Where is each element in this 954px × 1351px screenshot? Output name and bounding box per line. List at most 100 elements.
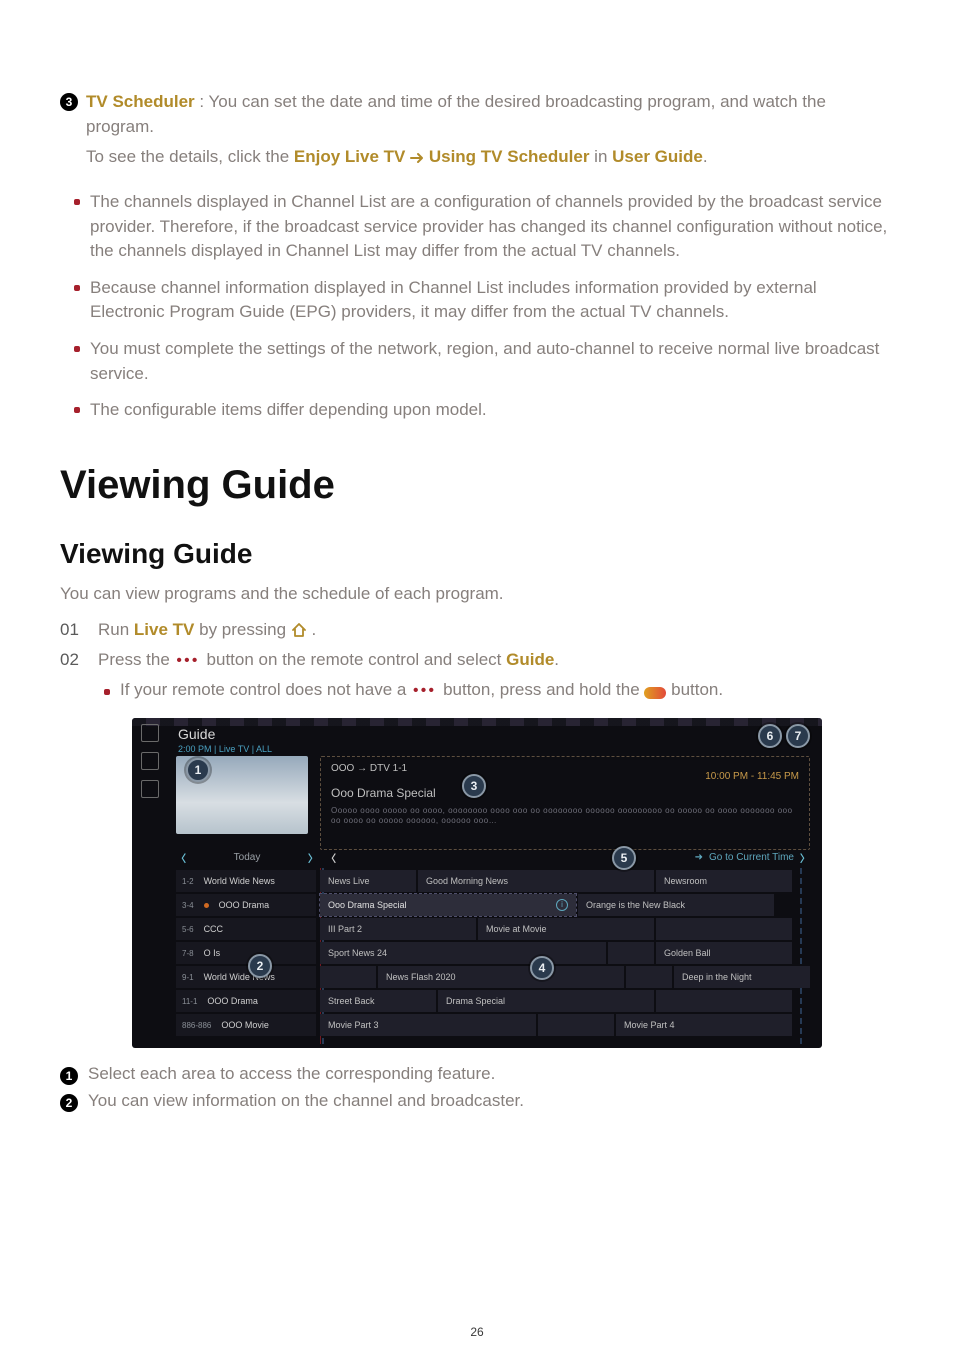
program-cell[interactable] (538, 1014, 614, 1036)
program-cell[interactable]: Movie at Movie (478, 918, 654, 940)
note-item: The configurable items differ depending … (60, 398, 894, 423)
marker-6: 6 (758, 724, 782, 748)
channel-name: World Wide News (204, 876, 275, 886)
day-left: 〈 Today 〉 (176, 850, 318, 865)
program-cell[interactable] (320, 966, 376, 988)
channel-cell[interactable]: 11-1OOO Drama (176, 990, 316, 1012)
channel-name: CCC (204, 924, 224, 934)
program-cell[interactable]: Orange is the New Black (578, 894, 774, 916)
rail-icon[interactable] (141, 780, 159, 798)
marker-1: 1 (186, 758, 210, 782)
step-body: Press the ••• button on the remote contr… (98, 650, 894, 670)
step-sub-text: button, press and hold the (443, 680, 644, 699)
channel-name: OOO Movie (221, 1020, 269, 1030)
note-item: Because channel information displayed in… (60, 276, 894, 325)
program-row: Ooo Drama SpecialiOrange is the New Blac… (320, 894, 814, 916)
home-icon (291, 620, 312, 639)
channel-cell[interactable]: 7-8 O Is (176, 942, 316, 964)
live-tv-label: Live TV (134, 620, 194, 639)
chevron-right-icon[interactable]: 〉 (308, 850, 318, 865)
legend-1: 1 Select each area to access the corresp… (60, 1064, 894, 1085)
page: 3 TV Scheduler : You can set the date an… (0, 0, 954, 1351)
channel-number: 886-886 (182, 1021, 211, 1030)
program-cell[interactable] (608, 942, 654, 964)
link-user-guide[interactable]: User Guide (612, 147, 703, 166)
guide-title: Guide (178, 726, 215, 742)
channel-number: 7-8 (182, 949, 194, 958)
legend-text: Select each area to access the correspon… (88, 1064, 495, 1084)
rail-icon[interactable] (141, 724, 159, 742)
program-cell[interactable]: News Live (320, 870, 416, 892)
marker-3: 3 (462, 774, 486, 798)
marker-7: 7 (786, 724, 810, 748)
now-playing-box[interactable]: OOO → DTV 1-1 Ooo Drama Special 10:00 PM… (320, 756, 810, 850)
program-cell[interactable] (656, 990, 792, 1012)
channel-cell[interactable]: 3-4OOO Drama (176, 894, 316, 916)
program-cell[interactable]: Good Morning News (418, 870, 654, 892)
color-pill-icon (644, 687, 666, 699)
marker-4: 4 (530, 956, 554, 980)
more-dots-icon: ••• (175, 652, 202, 669)
legend-text: You can view information on the channel … (88, 1091, 524, 1111)
channel-cell[interactable]: 886-886 OOO Movie (176, 1014, 316, 1036)
program-cell[interactable]: Movie Part 4 (616, 1014, 792, 1036)
heading-viewing-guide: Viewing Guide (60, 463, 894, 508)
channel-number: 5-6 (182, 925, 194, 934)
guide-screenshot: Guide 2:00 PM | Live TV | ALL ⋮ ✕ OOO → … (132, 718, 822, 1048)
left-rail (138, 724, 162, 824)
program-row: News Flash 2020 Deep in the Night (320, 966, 814, 988)
program-cell[interactable]: News Flash 2020 (378, 966, 624, 988)
program-cell[interactable] (626, 966, 672, 988)
time-chevron-left-icon[interactable]: 〈 (326, 850, 336, 865)
callout-details-pre: To see the details, click the (86, 147, 294, 166)
go-current[interactable]: ➜ Go to Current Time 〉 (564, 850, 810, 865)
step-text: button on the remote control and select (207, 650, 507, 669)
step-text: . (554, 650, 559, 669)
channel-name: O Is (204, 948, 221, 958)
channel-cell[interactable]: 1-2World Wide News (176, 870, 316, 892)
link-using-tv-scheduler[interactable]: Using TV Scheduler (429, 147, 590, 166)
legend-badge-1: 1 (60, 1067, 78, 1085)
subheading-viewing-guide: Viewing Guide (60, 538, 894, 570)
program-row: News LiveGood Morning NewsNewsroom (320, 870, 814, 892)
note-item: The channels displayed in Channel List a… (60, 190, 894, 264)
rail-icon[interactable] (141, 752, 159, 770)
marker-2: 2 (248, 954, 272, 978)
program-cell[interactable]: Deep in the Night (674, 966, 810, 988)
channel-cell[interactable]: 5-6 CCC (176, 918, 316, 940)
guide-shot-canvas: Guide 2:00 PM | Live TV | ALL ⋮ ✕ OOO → … (132, 718, 822, 1048)
program-cell[interactable]: Ooo Drama Speciali (320, 894, 576, 916)
page-number: 26 (0, 1325, 954, 1339)
step-02: 02 Press the ••• button on the remote co… (60, 650, 894, 670)
callout-3: 3 TV Scheduler : You can set the date an… (60, 90, 894, 139)
legend-badge-2: 2 (60, 1094, 78, 1112)
program-cell[interactable] (656, 918, 792, 940)
program-grid: 1-2World Wide NewsNews LiveGood Morning … (176, 870, 814, 1044)
day-row: 〈 Today 〉 〈 ➜ Go to Current Time 〉 (176, 846, 810, 868)
now-time: 10:00 PM - 11:45 PM (705, 771, 799, 782)
program-cell[interactable]: Drama Special (438, 990, 654, 1012)
now-title: Ooo Drama Special (331, 786, 799, 800)
callout-details-post: . (703, 147, 708, 166)
link-enjoy-live-tv[interactable]: Enjoy Live TV (294, 147, 405, 166)
program-row: Sport News 24 Golden Ball (320, 942, 814, 964)
program-cell[interactable]: Sport News 24 (320, 942, 606, 964)
note-item: You must complete the settings of the ne… (60, 337, 894, 386)
channel-cell[interactable]: 9-1World Wide News (176, 966, 316, 988)
go-current-label: Go to Current Time (709, 852, 794, 863)
step-number: 02 (60, 650, 86, 670)
step-number: 01 (60, 620, 86, 640)
now-desc: Ooooo oooo ooooo oo oooo, oooooooo oooo … (331, 806, 799, 827)
program-cell[interactable]: Newsroom (656, 870, 792, 892)
program-row: Movie Part 3 Movie Part 4 (320, 1014, 814, 1036)
program-cell[interactable]: Golden Ball (656, 942, 792, 964)
program-cell[interactable]: Street Back (320, 990, 436, 1012)
marker-5: 5 (612, 846, 636, 870)
chevron-right-icon[interactable]: 〉 (800, 850, 810, 865)
marker-67-wrap: 6 7 (758, 724, 810, 748)
program-cell[interactable]: III Part 2 (320, 918, 476, 940)
info-icon[interactable]: i (556, 899, 568, 911)
callout-badge-3: 3 (60, 93, 78, 111)
chevron-left-icon[interactable]: 〈 (176, 850, 186, 865)
program-cell[interactable]: Movie Part 3 (320, 1014, 536, 1036)
